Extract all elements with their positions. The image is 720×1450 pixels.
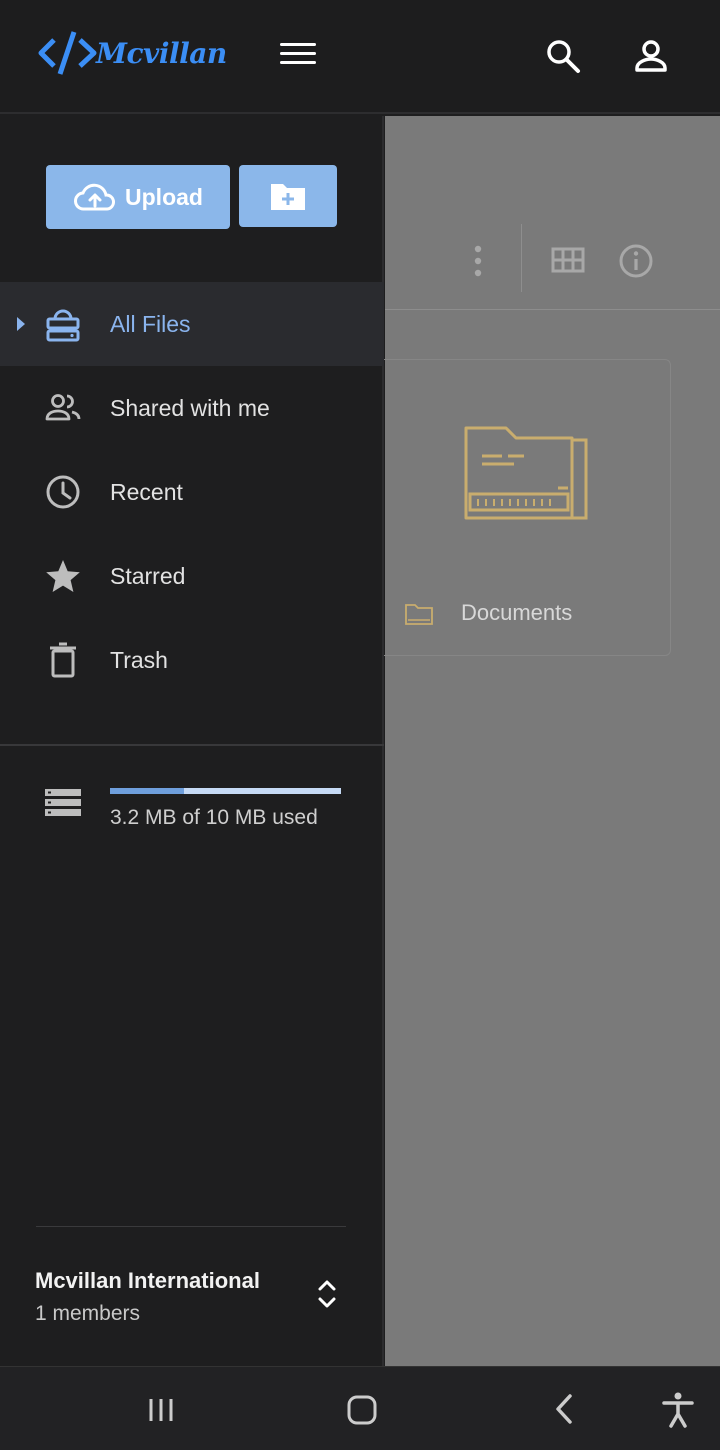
- brand-logo[interactable]: Mcvillan: [38, 28, 227, 78]
- sidebar-item-trash[interactable]: Trash: [0, 618, 384, 702]
- drive-icon: [46, 309, 80, 342]
- upload-button[interactable]: Upload: [46, 165, 230, 229]
- code-logo-icon: [38, 31, 97, 75]
- home-icon[interactable]: [342, 1389, 382, 1429]
- accessibility-icon[interactable]: [658, 1389, 698, 1429]
- sidebar-item-recent[interactable]: Recent: [0, 450, 384, 534]
- search-icon[interactable]: [543, 36, 583, 76]
- storage-progress-fill: [110, 788, 184, 794]
- account-icon[interactable]: [631, 36, 671, 76]
- upload-label: Upload: [125, 183, 203, 210]
- app-header: Mcvillan: [0, 0, 720, 114]
- info-icon[interactable]: [616, 241, 656, 281]
- sidebar-item-label: Recent: [110, 478, 183, 505]
- sidebar-item-label: Starred: [110, 562, 186, 589]
- system-navigation-bar: [0, 1366, 720, 1450]
- sidebar-item-all-files[interactable]: All Files: [0, 282, 384, 366]
- star-icon: [46, 560, 80, 592]
- sidebar-item-starred[interactable]: Starred: [0, 534, 384, 618]
- storage-usage-text: 3.2 MB of 10 MB used: [110, 806, 318, 829]
- sidebar-item-label: Shared with me: [110, 394, 270, 421]
- team-name: Mcvillan International: [35, 1268, 260, 1293]
- folder-icon: [464, 426, 588, 520]
- people-icon: [45, 394, 81, 421]
- team-switcher-chevrons-icon[interactable]: [314, 1274, 340, 1314]
- toolbar-separator: [521, 224, 522, 292]
- sidebar-item-label: Trash: [110, 646, 168, 673]
- storage-progress-bar: [110, 788, 341, 794]
- caret-right-icon[interactable]: [15, 315, 27, 333]
- sidebar-item-shared[interactable]: Shared with me: [0, 366, 384, 450]
- sidebar-item-label: All Files: [110, 310, 191, 337]
- cloud-upload-icon: [74, 183, 116, 211]
- folder-small-icon: [405, 604, 433, 625]
- new-folder-button[interactable]: [239, 165, 337, 227]
- drawer-divider: [0, 744, 384, 746]
- file-toolbar: [385, 116, 720, 310]
- storage-icon: [45, 789, 81, 816]
- brand-name: Mcvillan: [96, 36, 227, 70]
- hamburger-menu-icon[interactable]: [280, 43, 316, 69]
- folder-card[interactable]: Documents: [375, 359, 671, 656]
- team-members-count: 1 members: [35, 1302, 141, 1325]
- main-content-overlay[interactable]: Documents: [375, 116, 720, 1366]
- team-divider: [36, 1226, 346, 1227]
- folder-name: Documents: [461, 600, 573, 625]
- new-folder-icon: [271, 184, 305, 210]
- recents-icon[interactable]: [141, 1389, 181, 1429]
- trash-icon: [50, 642, 76, 678]
- grid-view-icon[interactable]: [548, 241, 588, 281]
- more-vert-icon[interactable]: [458, 241, 498, 281]
- clock-icon: [46, 475, 80, 509]
- navigation-drawer: Upload All Files Shared with me Recent S…: [0, 116, 384, 1366]
- back-icon[interactable]: [544, 1389, 584, 1429]
